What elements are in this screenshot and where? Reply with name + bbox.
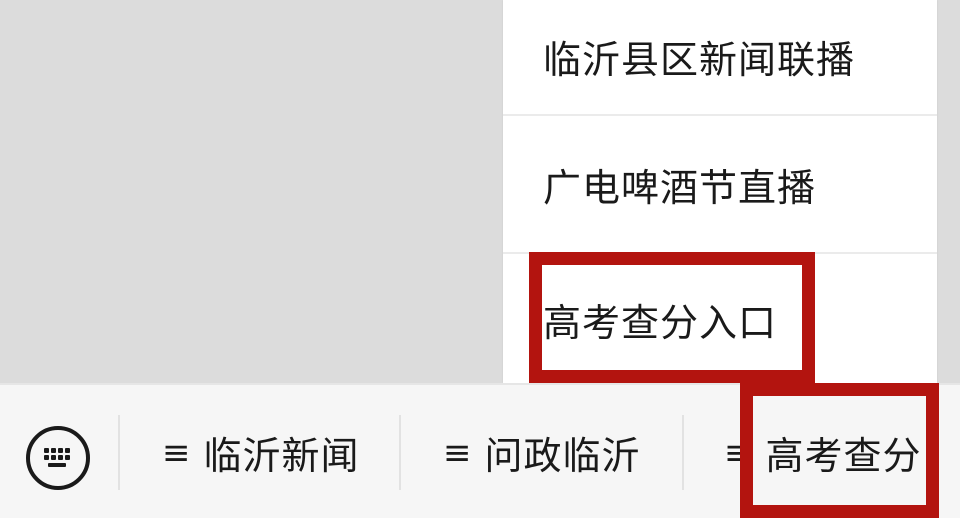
menu-lines-icon: ≡ — [443, 432, 473, 473]
tab-label: 问政临沂 — [484, 434, 641, 478]
tab-label: 临沂新闻 — [203, 434, 360, 478]
tab-divider — [118, 415, 120, 490]
menu-lines-icon: ≡ — [724, 432, 754, 473]
screen: 临沂县区新闻联播 广电啤酒节直播 高考查分入口 ≡ 临沂新闻 ≡ 问政临沂 ≡ … — [0, 0, 960, 518]
submenu-item-label: 广电啤酒节直播 — [543, 165, 817, 210]
bottom-menu-bar: ≡ 临沂新闻 ≡ 问政临沂 ≡ 高考查分 — [0, 383, 960, 518]
keyboard-glyph — [44, 448, 70, 467]
tab-divider — [399, 415, 401, 490]
tab-divider — [682, 415, 684, 490]
tab-label: 高考查分 — [765, 434, 922, 478]
tab-wenzheng-linyi[interactable]: ≡ 问政临沂 — [443, 415, 641, 490]
submenu-item-label: 高考查分入口 — [543, 301, 778, 345]
tab-gaokao-score[interactable]: ≡ 高考查分 — [724, 415, 922, 490]
tab-linyi-news[interactable]: ≡ 临沂新闻 — [162, 415, 360, 490]
submenu-item-county-news[interactable]: 临沂县区新闻联播 — [503, 0, 937, 112]
menu-lines-icon: ≡ — [162, 432, 192, 473]
keyboard-icon[interactable] — [26, 426, 90, 490]
submenu-divider — [503, 252, 937, 254]
submenu-item-gaokao-entry[interactable]: 高考查分入口 — [503, 256, 937, 383]
submenu-item-beer-festival[interactable]: 广电啤酒节直播 — [503, 116, 937, 252]
submenu-item-label: 临沂县区新闻联播 — [543, 37, 856, 82]
submenu-popup: 临沂县区新闻联播 广电啤酒节直播 高考查分入口 — [503, 0, 937, 383]
